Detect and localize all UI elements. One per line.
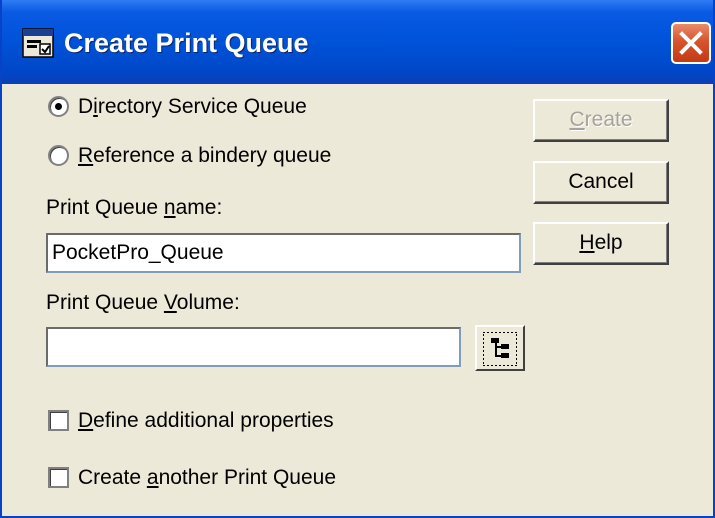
help-button[interactable]: Help xyxy=(533,222,669,265)
directory-service-radio[interactable] xyxy=(48,96,69,117)
create-button[interactable]: Create xyxy=(533,99,669,142)
directory-service-label[interactable]: Directory Service Queue xyxy=(78,94,307,120)
browse-volume-button[interactable] xyxy=(475,325,525,371)
printer-queue-icon xyxy=(22,28,54,58)
cancel-button[interactable]: Cancel xyxy=(533,161,669,204)
create-another-checkbox[interactable] xyxy=(48,467,69,488)
browse-directory-tree-icon xyxy=(483,332,517,366)
window-title: Create Print Queue xyxy=(64,28,309,58)
queue-name-input[interactable]: PocketPro_Queue xyxy=(46,233,521,273)
create-another-label[interactable]: Create another Print Queue xyxy=(78,465,336,491)
queue-volume-label: Print Queue Volume: xyxy=(46,291,240,314)
bindery-queue-radio[interactable] xyxy=(48,145,69,166)
queue-volume-input[interactable] xyxy=(46,327,461,367)
radio-selected-dot xyxy=(55,103,62,110)
bindery-queue-label[interactable]: Reference a bindery queue xyxy=(78,143,331,169)
queue-name-label: Print Queue name: xyxy=(46,196,223,219)
create-print-queue-dialog: Create Print Queue Directory Service Que… xyxy=(0,0,715,518)
close-icon xyxy=(679,31,703,55)
title-bar[interactable]: Create Print Queue xyxy=(2,0,713,84)
define-properties-label[interactable]: Define additional properties xyxy=(78,408,334,434)
close-button[interactable] xyxy=(671,22,711,64)
define-properties-checkbox[interactable] xyxy=(48,410,69,431)
